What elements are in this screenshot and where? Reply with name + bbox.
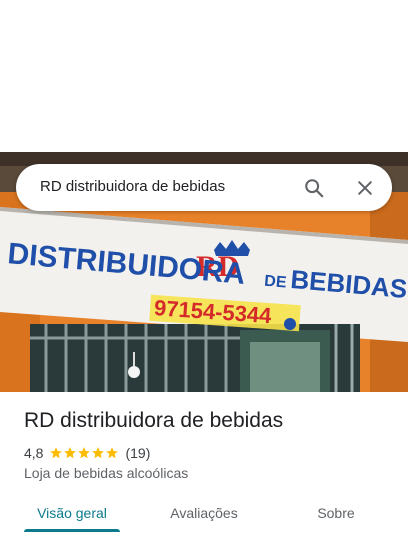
search-bar[interactable]: RD distribuidora de bebidas	[16, 164, 392, 211]
rating-row[interactable]: 4,8 (19)	[24, 444, 150, 462]
tab-overview[interactable]: Visão geral	[24, 496, 120, 532]
place-category: Loja de bebidas alcoólicas	[24, 465, 189, 481]
rating-value: 4,8	[24, 445, 44, 461]
star-rating	[49, 446, 119, 460]
reviews-count[interactable]: (19)	[125, 445, 150, 461]
close-icon	[358, 181, 372, 195]
star-icon	[64, 447, 77, 459]
active-tab-indicator	[24, 529, 120, 532]
star-icon	[50, 447, 63, 459]
search-button[interactable]	[298, 172, 330, 204]
star-icon	[92, 447, 105, 459]
tab-reviews[interactable]: Avaliações	[156, 496, 252, 532]
sign-headline-joiner: DE	[264, 273, 288, 292]
tab-about[interactable]: Sobre	[296, 496, 376, 532]
search-query-text[interactable]: RD distribuidora de bebidas	[40, 178, 225, 195]
clear-search-button[interactable]	[349, 172, 381, 204]
star-icon	[106, 447, 119, 459]
place-title: RD distribuidora de bebidas	[24, 409, 284, 432]
place-tabs: Visão geral Avaliações Sobre	[0, 496, 408, 544]
search-icon	[305, 179, 324, 198]
star-icon	[78, 447, 91, 459]
